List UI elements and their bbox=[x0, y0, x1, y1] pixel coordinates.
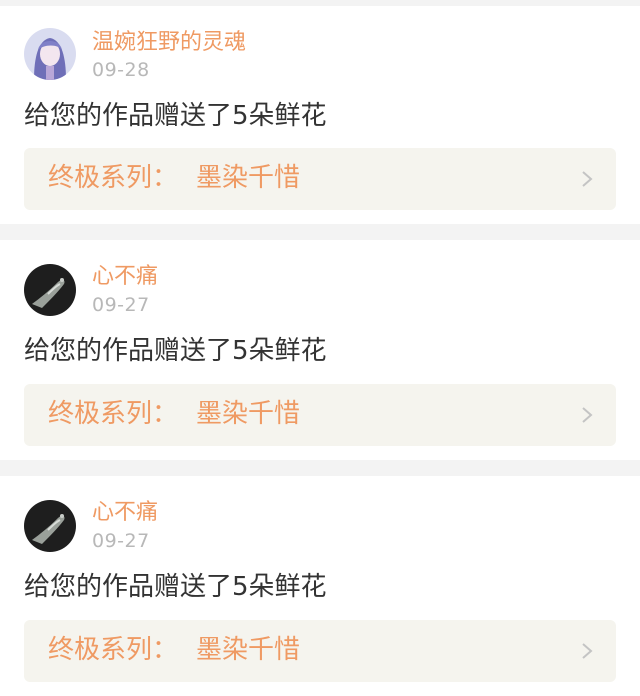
work-link[interactable]: 终极系列： 墨染千惜 bbox=[24, 620, 616, 682]
username[interactable]: 心不痛 bbox=[92, 264, 158, 290]
work-series-prefix: 终极系列： bbox=[48, 163, 179, 193]
work-series-prefix: 终极系列： bbox=[48, 635, 179, 665]
username[interactable]: 温婉狂野的灵魂 bbox=[92, 30, 246, 56]
chevron-right-icon bbox=[580, 641, 594, 661]
notification-date: 09-27 bbox=[92, 294, 150, 316]
notification-feed: 温婉狂野的灵魂 09-28 给您的作品赠送了5朵鲜花 终极系列： 墨染千惜 心不… bbox=[0, 0, 640, 696]
user-avatar[interactable] bbox=[24, 500, 76, 552]
work-series-prefix: 终极系列： bbox=[48, 399, 179, 429]
notification-card: 心不痛 09-27 给您的作品赠送了5朵鲜花 终极系列： 墨染千惜 bbox=[0, 240, 640, 460]
user-avatar[interactable] bbox=[24, 28, 76, 80]
notification-message: 给您的作品赠送了5朵鲜花 bbox=[24, 101, 327, 131]
notification-card: 心不痛 09-27 给您的作品赠送了5朵鲜花 终极系列： 墨染千惜 bbox=[0, 476, 640, 696]
notification-card: 温婉狂野的灵魂 09-28 给您的作品赠送了5朵鲜花 终极系列： 墨染千惜 bbox=[0, 6, 640, 224]
notification-date: 09-28 bbox=[92, 59, 150, 81]
chevron-right-icon bbox=[580, 169, 594, 189]
chevron-right-icon bbox=[580, 405, 594, 425]
notification-message: 给您的作品赠送了5朵鲜花 bbox=[24, 572, 327, 602]
anime-girl-avatar-icon bbox=[24, 28, 76, 80]
notification-message: 给您的作品赠送了5朵鲜花 bbox=[24, 336, 327, 366]
notification-date: 09-27 bbox=[92, 530, 150, 552]
username[interactable]: 心不痛 bbox=[92, 500, 158, 526]
work-link[interactable]: 终极系列： 墨染千惜 bbox=[24, 384, 616, 446]
work-title: 墨染千惜 bbox=[196, 635, 301, 665]
work-title: 墨染千惜 bbox=[196, 163, 301, 193]
dark-hand-avatar-icon bbox=[24, 500, 76, 552]
dark-hand-avatar-icon bbox=[24, 264, 76, 316]
work-link[interactable]: 终极系列： 墨染千惜 bbox=[24, 148, 616, 210]
work-title: 墨染千惜 bbox=[196, 399, 301, 429]
user-avatar[interactable] bbox=[24, 264, 76, 316]
